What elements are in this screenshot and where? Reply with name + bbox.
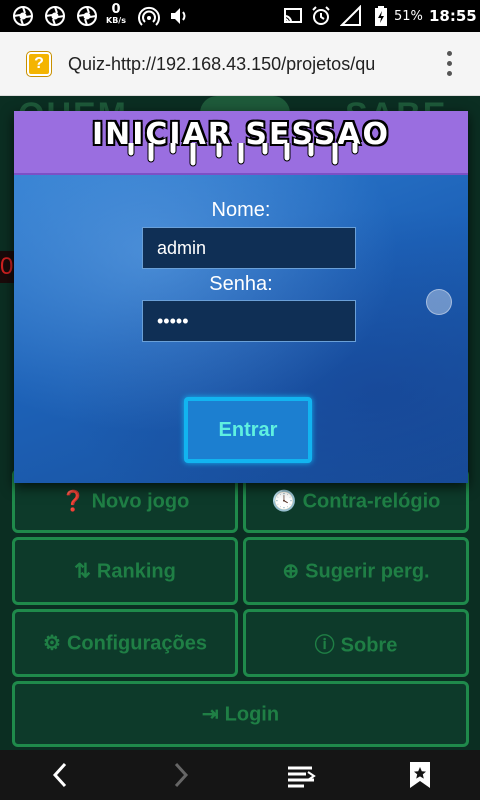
aperture-icon [45, 6, 65, 26]
sort-arrows-icon: ⇅ [74, 560, 91, 583]
ranking-button[interactable]: ⇅ Ranking [12, 537, 238, 605]
aperture-icon [13, 6, 33, 26]
back-arrow-icon[interactable] [46, 760, 76, 790]
volume-icon [171, 8, 186, 24]
drip-decoration [127, 143, 359, 167]
forward-arrow-icon[interactable] [165, 760, 195, 790]
battery-charging-icon [375, 6, 387, 26]
page-title-url[interactable]: Quiz-http://192.168.43.150/projetos/qu [68, 54, 408, 75]
favicon-icon: ? [27, 52, 51, 76]
plus-circle-icon: ⊕ [282, 560, 300, 583]
dialog-header: INICIAR SESSAO [14, 111, 468, 175]
status-bar: 0 KB/s 51% 18:55 [0, 0, 480, 32]
settings-label: Configurações [66, 632, 207, 655]
alarm-icon [312, 6, 330, 25]
clock: 18:55 [429, 7, 477, 25]
name-label: Nome: [211, 199, 271, 221]
password-input[interactable] [142, 300, 356, 342]
login-button[interactable]: ⇥ Login [12, 681, 469, 747]
suggest-question-label: Sugerir perg. [305, 560, 430, 583]
dialog-body: Nome: Senha: Entrar [14, 175, 468, 483]
score-counter: 0 [0, 251, 14, 283]
enter-button[interactable]: Entrar [184, 397, 312, 463]
sign-in-icon: ⇥ [201, 703, 219, 726]
network-speed: 0 KB/s [104, 3, 128, 25]
login-label: Login [224, 703, 280, 726]
floating-scroll-handle[interactable] [426, 289, 452, 315]
name-input[interactable] [142, 227, 356, 269]
login-dialog: INICIAR SESSAO Nome: Senha: Entrar [14, 111, 468, 483]
settings-button[interactable]: ⚙ Configurações [12, 609, 238, 677]
clock-icon: 🕓 [271, 490, 297, 513]
aperture-icon [77, 6, 97, 26]
about-button[interactable]: ⓘ Sobre [243, 609, 469, 677]
overflow-menu-button[interactable] [438, 50, 462, 78]
gear-icon: ⚙ [43, 632, 61, 655]
new-game-label: Novo jogo [91, 490, 190, 513]
question-circle-icon: ❓ [60, 490, 86, 513]
time-trial-label: Contra-relógio [302, 490, 441, 513]
hotspot-icon [138, 6, 160, 26]
info-circle-icon: ⓘ [314, 634, 335, 657]
tabs-icon[interactable] [286, 760, 316, 790]
battery-percent: 51% [394, 9, 423, 24]
password-label: Senha: [209, 273, 273, 295]
cast-icon [284, 8, 302, 23]
browser-navigation-bar [0, 750, 480, 800]
network-speed-unit: KB/s [106, 16, 126, 25]
bookmark-star-icon[interactable] [405, 760, 435, 790]
browser-toolbar: ? Quiz-http://192.168.43.150/projetos/qu [0, 32, 480, 96]
about-label: Sobre [340, 634, 398, 657]
suggest-question-button[interactable]: ⊕ Sugerir perg. [243, 537, 469, 605]
network-speed-value: 0 [111, 2, 121, 17]
ranking-label: Ranking [96, 560, 176, 583]
signal-icon [340, 5, 361, 26]
